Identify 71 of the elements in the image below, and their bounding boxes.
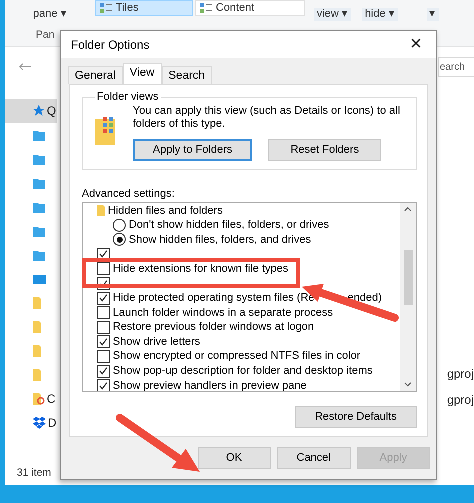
description-text: You can apply this view (such as Details or Icons) to all folders of this type. [133,105,402,132]
drive-icon [33,274,46,284]
tab[interactable]: General [68,66,123,84]
checkbox[interactable] [97,320,110,334]
folder-icon [33,154,45,164]
checkbox[interactable] [97,306,110,320]
option-label: Hide extensions for known file types [113,262,288,275]
ribbon-menu-button[interactable]: hide ▾ [362,8,398,21]
dialog-button[interactable]: OK [198,447,271,470]
checkbox[interactable] [97,379,110,392]
layout-icon [100,3,112,13]
sidebar-item[interactable]: D [5,411,57,435]
folder-icon [33,393,45,405]
sidebar-item[interactable]: Q [5,99,57,123]
folder-view-button[interactable]: Apply to Folders [133,139,252,162]
sidebar-item[interactable]: C [5,387,57,411]
folder-icon [33,297,41,309]
layout-option[interactable]: Content [195,0,305,16]
folder-icon [33,345,41,357]
tab[interactable]: View [122,63,162,84]
caret-up-icon[interactable] [404,207,412,212]
navigation-pane-button[interactable]: pane ▾ [30,8,70,21]
folder-icon [33,202,45,212]
option-label: Show encrypted or compressed NTFS files in color [113,350,361,362]
radio-button[interactable] [113,218,126,232]
layout-option[interactable]: Tiles [95,0,193,16]
option-label: Show preview handlers in preview pane [113,380,307,392]
setting-group-label: Hidden files and folders [108,204,223,217]
option-label: Launch folder windows in a separate process [113,306,334,319]
ribbon-menu-button[interactable]: ▾ [426,8,438,21]
checkbox[interactable] [97,292,110,305]
layout-icon [200,3,212,13]
option-label: Don't show hidden files, folders, or drives [129,219,330,232]
window-title: Folder Options [71,38,150,52]
option-label: Show pop-up description for folder and desktop items [113,365,373,378]
caret-down-icon[interactable] [404,382,412,388]
tab[interactable]: Search [162,66,212,84]
star-icon [33,105,45,117]
dropbox-icon [33,417,46,429]
scrollbar[interactable] [400,203,416,392]
option-label: Show hidden files, folders, and drives [129,234,312,246]
folder-icon [33,178,45,188]
check-icon [99,250,108,258]
group-title: Folder views [96,91,160,104]
checkbox[interactable] [97,335,110,348]
restore-defaults-button[interactable]: Restore Defaults [295,406,417,428]
file-name: gproj [447,367,474,381]
checkbox[interactable] [97,364,110,378]
folder-icon [33,226,45,236]
search-field[interactable]: earch [438,57,474,77]
folder-icon [33,130,45,140]
option-label: Show drive letters [113,336,200,348]
radio-button[interactable] [113,233,126,246]
scrollbar-thumb[interactable] [404,250,412,305]
folder-icon [33,250,45,260]
ribbon-menu-button[interactable]: view ▾ [314,8,352,21]
option-label: Restore previous folder windows at logon [113,321,314,334]
folder-icon [33,369,41,381]
check-icon [99,338,108,346]
checkbox[interactable] [97,350,110,363]
folder-icon [33,321,41,333]
dialog-button[interactable]: Cancel [276,447,351,470]
status-bar-text: 31 item [16,466,52,481]
folder-icon [97,205,105,216]
close-button[interactable]: × [406,33,426,56]
folder-view-button[interactable]: Reset Folders [268,139,382,162]
group-label: Pan [36,29,55,41]
file-name: gproj [447,393,474,407]
section-label: Advanced settings: [82,188,176,200]
checkbox[interactable] [97,262,110,276]
back-arrow-icon[interactable] [19,63,31,71]
